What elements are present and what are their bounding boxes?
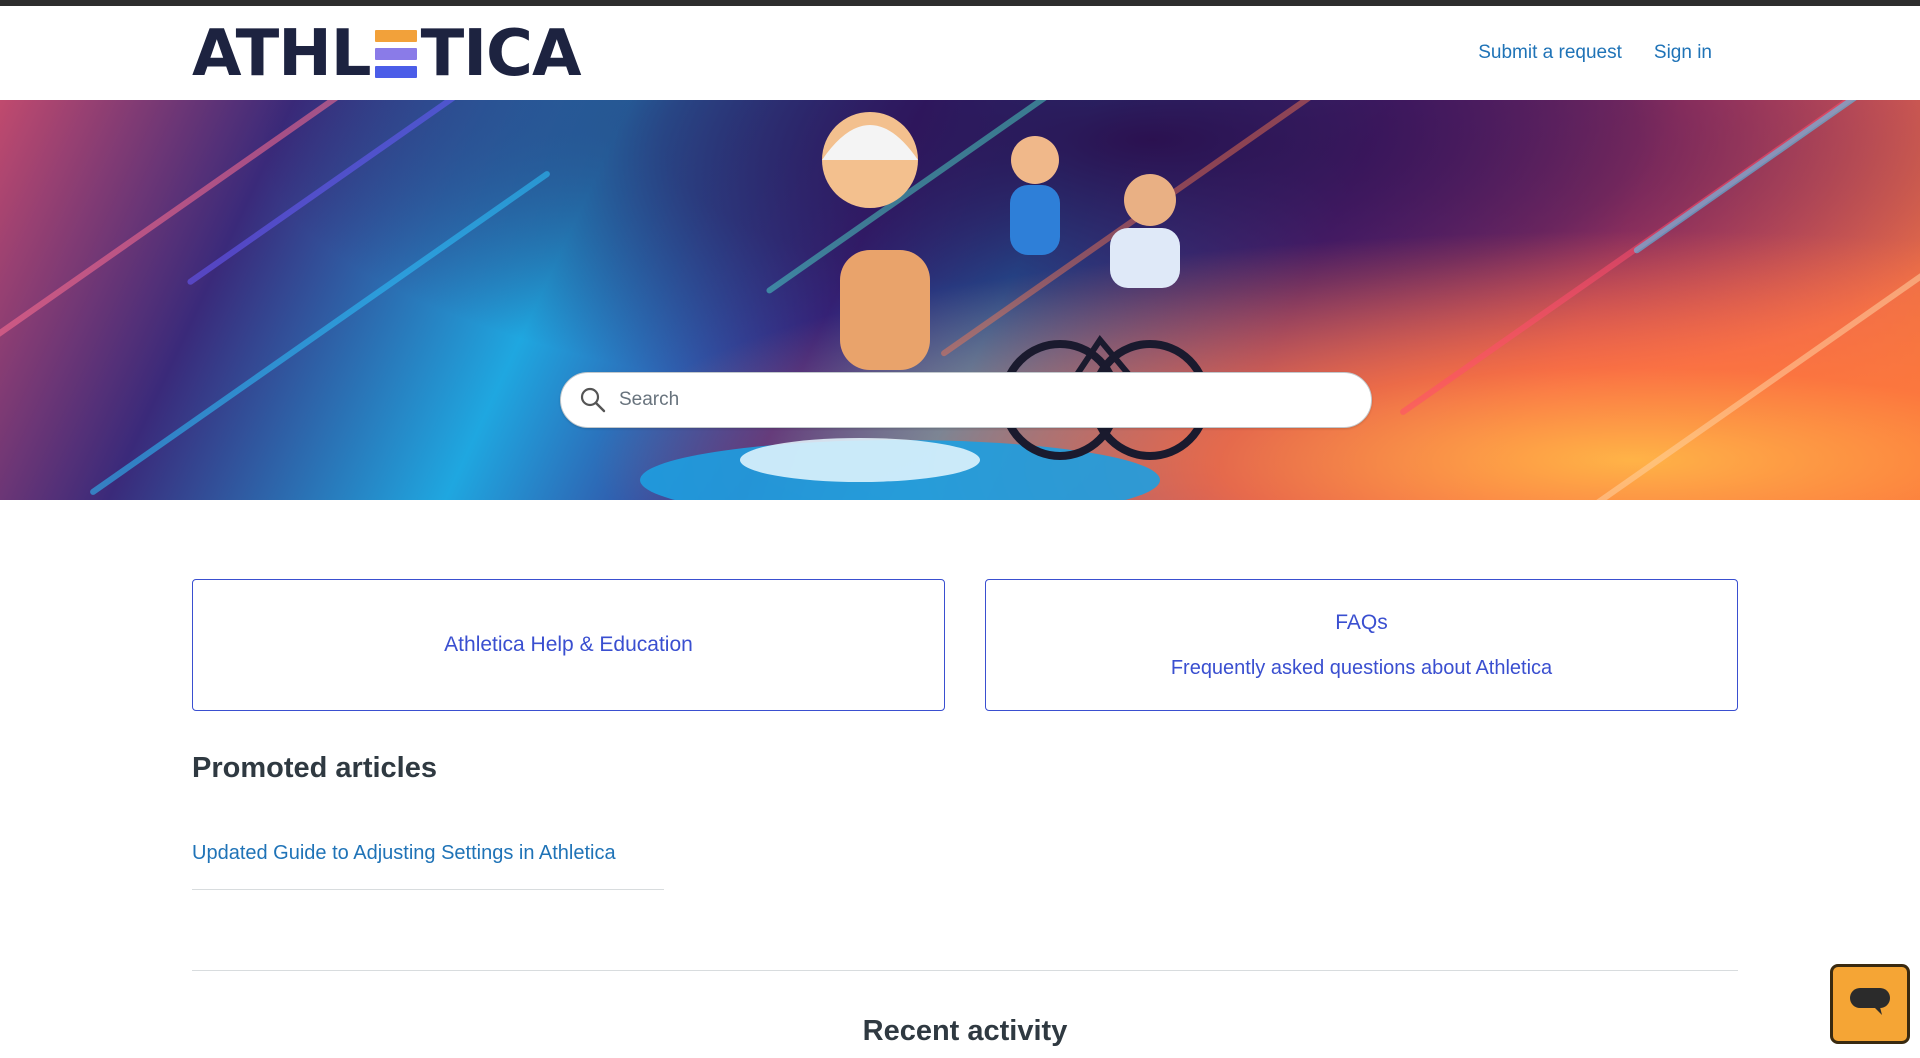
- sign-in-link[interactable]: Sign in: [1654, 42, 1712, 64]
- search-icon: [579, 386, 607, 414]
- category-block-help-education[interactable]: Athletica Help & Education: [192, 579, 945, 711]
- section-divider: [192, 970, 1738, 971]
- category-block-faqs[interactable]: FAQs Frequently asked questions about At…: [985, 579, 1738, 711]
- chat-launcher-button[interactable]: [1830, 964, 1910, 1044]
- category-blocks: Athletica Help & Education FAQs Frequent…: [192, 579, 1738, 711]
- search-bar[interactable]: [560, 372, 1372, 428]
- hero-illustration: [0, 100, 1920, 500]
- logo-e-bar-bottom: [374, 66, 417, 78]
- promoted-articles-heading: Promoted articles: [192, 752, 437, 784]
- logo-wordmark: ATHL TICA: [192, 17, 582, 91]
- logo-text-left: ATHL: [192, 17, 372, 91]
- user-nav: Submit a request Sign in: [1478, 42, 1712, 64]
- list-item: Updated Guide to Adjusting Settings in A…: [192, 842, 664, 890]
- recent-activity-heading: Recent activity: [862, 1015, 1068, 1047]
- block-title: Athletica Help & Education: [444, 633, 693, 656]
- block-title: FAQs: [1335, 610, 1388, 634]
- logo-e-bar-mid: [374, 48, 417, 60]
- logo-e-mark: [374, 30, 417, 78]
- search-input[interactable]: [617, 388, 1337, 412]
- chat-bubble-icon: [1848, 984, 1892, 1025]
- block-description: Frequently asked questions about Athleti…: [1170, 656, 1553, 679]
- logo-e-bar-top: [374, 30, 417, 42]
- site-header: ATHL TICA Submit a request Sign in: [0, 6, 1920, 100]
- promoted-article-link[interactable]: Updated Guide to Adjusting Settings in A…: [192, 842, 616, 864]
- submit-request-link[interactable]: Submit a request: [1478, 42, 1622, 64]
- logo-text-right: TICA: [420, 17, 582, 91]
- brand-logo[interactable]: ATHL TICA: [192, 17, 582, 91]
- hero-banner: [0, 100, 1920, 500]
